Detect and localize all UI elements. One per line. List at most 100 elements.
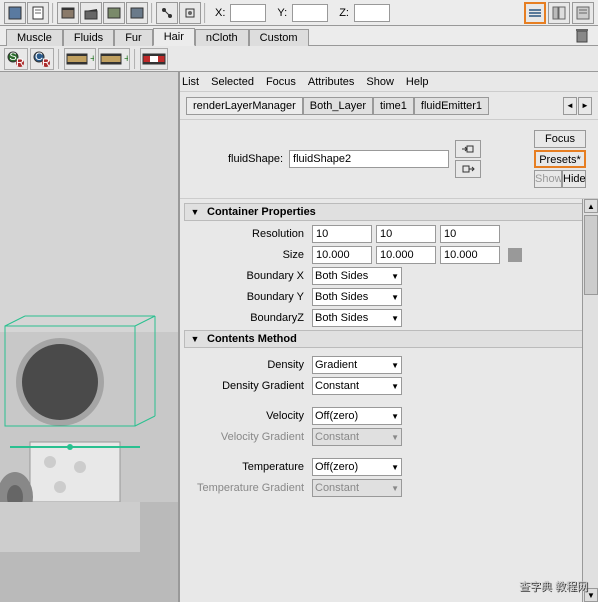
tab-fluidemitter[interactable]: fluidEmitter1	[414, 97, 489, 115]
attribute-editor: List Selected Focus Attributes Show Help…	[180, 72, 598, 602]
temperature-gradient-select: Constant▼	[312, 479, 402, 497]
temperature-select[interactable]: Off(zero)▼	[312, 458, 402, 476]
shelf-btn-2[interactable]: CR	[30, 48, 54, 70]
size-z[interactable]	[440, 246, 500, 264]
tab-fur[interactable]: Fur	[114, 29, 153, 46]
module-tabs: Muscle Fluids Fur Hair nCloth Custom	[0, 26, 598, 46]
clapper-icon[interactable]	[80, 2, 102, 24]
shelf-film-add2[interactable]: +	[98, 48, 130, 70]
density-label: Density	[184, 359, 312, 371]
x-input[interactable]	[230, 4, 266, 22]
density-select[interactable]: Gradient▼	[312, 356, 402, 374]
menu-attributes[interactable]: Attributes	[308, 76, 354, 88]
chevron-down-icon: ▼	[391, 293, 399, 302]
boundary-z-select[interactable]: Both Sides▼	[312, 309, 402, 327]
tab-muscle[interactable]: Muscle	[6, 29, 63, 46]
collapse-icon: ▼	[189, 333, 201, 345]
tab-prev-icon[interactable]: ◄	[563, 97, 577, 115]
contents-method-header[interactable]: ▼ Contents Method	[184, 330, 594, 348]
svg-text:R: R	[42, 57, 50, 67]
size-x[interactable]	[312, 246, 372, 264]
y-label: Y:	[277, 7, 287, 19]
trash-icon[interactable]	[574, 27, 590, 43]
tab-custom[interactable]: Custom	[249, 29, 309, 46]
svg-text:R: R	[16, 57, 24, 67]
menu-show[interactable]: Show	[366, 76, 394, 88]
object-tabs: renderLayerManager Both_Layer time1 flui…	[180, 92, 598, 120]
chevron-down-icon: ▼	[391, 314, 399, 323]
boundary-x-label: Boundary X	[184, 270, 312, 282]
chevron-down-icon: ▼	[391, 382, 399, 391]
chevron-down-icon: ▼	[391, 272, 399, 281]
velocity-select[interactable]: Off(zero)▼	[312, 407, 402, 425]
render-icon-2[interactable]	[126, 2, 148, 24]
boundary-z-label: BoundaryZ	[184, 312, 312, 324]
tab-renderlayer[interactable]: renderLayerManager	[186, 97, 303, 115]
tab-next-icon[interactable]: ►	[578, 97, 592, 115]
channel-box-icon[interactable]	[548, 2, 570, 24]
temperature-label: Temperature	[184, 461, 312, 473]
resolution-x[interactable]	[312, 225, 372, 243]
viewport[interactable]	[0, 72, 180, 602]
size-label: Size	[184, 249, 312, 261]
tool-settings-icon[interactable]	[572, 2, 594, 24]
shelf-film-add[interactable]: +	[64, 48, 96, 70]
tab-fluids[interactable]: Fluids	[63, 29, 114, 46]
menu-list[interactable]: List	[182, 76, 199, 88]
menu-selected[interactable]: Selected	[211, 76, 254, 88]
size-y[interactable]	[376, 246, 436, 264]
presets-button[interactable]: Presets*	[534, 150, 586, 168]
tab-hair[interactable]: Hair	[153, 28, 195, 46]
shelf-btn-1[interactable]: SR	[4, 48, 28, 70]
scroll-thumb[interactable]	[584, 215, 598, 295]
output-node-icon[interactable]	[455, 160, 481, 178]
attr-editor-icon[interactable]	[524, 2, 546, 24]
focus-node-icon[interactable]	[455, 140, 481, 158]
scrollbar[interactable]: ▲ ▼	[582, 199, 598, 602]
shape-name-input[interactable]	[289, 150, 449, 168]
boundary-y-select[interactable]: Both Sides▼	[312, 288, 402, 306]
shelf-film-red[interactable]	[140, 48, 168, 70]
connect-icon[interactable]	[156, 2, 178, 24]
velocity-gradient-select: Constant▼	[312, 428, 402, 446]
density-gradient-select[interactable]: Constant▼	[312, 377, 402, 395]
chevron-down-icon: ▼	[391, 484, 399, 493]
scroll-up-icon[interactable]: ▲	[584, 199, 598, 213]
attr-scroll-area: ▼ Container Properties Resolution Size B…	[180, 199, 598, 602]
shape-label: fluidShape:	[228, 153, 283, 165]
main-area: List Selected Focus Attributes Show Help…	[0, 72, 598, 602]
menu-focus[interactable]: Focus	[266, 76, 296, 88]
velocity-gradient-label: Velocity Gradient	[184, 431, 312, 443]
resolution-y[interactable]	[376, 225, 436, 243]
y-input[interactable]	[292, 4, 328, 22]
shape-row: fluidShape: Focus Presets* Show Hide	[180, 120, 598, 199]
tab-time1[interactable]: time1	[373, 97, 414, 115]
top-toolbar: X: Y: Z:	[0, 0, 598, 26]
density-gradient-label: Density Gradient	[184, 380, 312, 392]
attr-menubar: List Selected Focus Attributes Show Help	[180, 72, 598, 92]
tab-ncloth[interactable]: nCloth	[195, 29, 249, 46]
resolution-z[interactable]	[440, 225, 500, 243]
show-button[interactable]: Show	[534, 170, 562, 188]
svg-text:+: +	[90, 53, 94, 65]
watermark: 查字典 教程网	[519, 578, 588, 594]
boundary-x-select[interactable]: Both Sides▼	[312, 267, 402, 285]
film-icon-1[interactable]	[57, 2, 79, 24]
menu-help[interactable]: Help	[406, 76, 429, 88]
tab-bothlayer[interactable]: Both_Layer	[303, 97, 373, 115]
link-icon[interactable]	[508, 248, 522, 262]
temperature-gradient-label: Temperature Gradient	[184, 482, 312, 494]
container-properties-header[interactable]: ▼ Container Properties	[184, 203, 594, 221]
focus-button[interactable]: Focus	[534, 130, 586, 148]
hide-button[interactable]: Hide	[562, 170, 586, 188]
chevron-down-icon: ▼	[391, 433, 399, 442]
tool-icon-1[interactable]	[4, 2, 26, 24]
node-icon[interactable]	[179, 2, 201, 24]
render-icon-1[interactable]	[103, 2, 125, 24]
z-input[interactable]	[354, 4, 390, 22]
velocity-label: Velocity	[184, 410, 312, 422]
viewport-scene	[0, 72, 180, 602]
resolution-label: Resolution	[184, 228, 312, 240]
chevron-down-icon: ▼	[391, 463, 399, 472]
tool-icon-2[interactable]	[27, 2, 49, 24]
